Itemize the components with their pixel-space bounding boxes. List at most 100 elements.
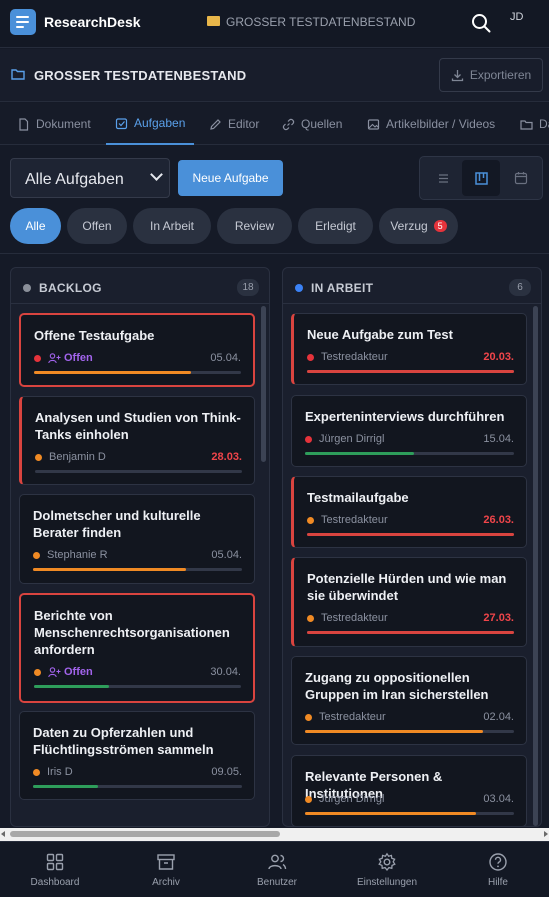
task-card[interactable]: Berichte von Menschenrechtsorganisatione…	[19, 593, 255, 703]
bottom-navigation: Dashboard Archiv Benutzer Einstellungen …	[0, 841, 549, 897]
progress-fill	[305, 452, 414, 455]
chip-offen[interactable]: Offen	[67, 208, 127, 244]
nav-benutzer[interactable]: Benutzer	[222, 842, 332, 897]
breadcrumb[interactable]: GROSSER TESTDATENBESTAND	[207, 15, 415, 29]
download-icon	[451, 69, 463, 81]
assignee-name: Offen	[64, 666, 93, 678]
assignee-name: Testredakteur	[321, 351, 388, 363]
tab-quellen[interactable]: Quellen	[282, 103, 342, 145]
progress-bar	[33, 785, 242, 788]
scrollbar-thumb[interactable]	[10, 831, 280, 837]
folder-icon	[11, 69, 25, 80]
checkbox-icon	[115, 117, 128, 129]
task-card[interactable]: Offene Testaufgabe Offen 05.04.	[19, 313, 255, 387]
assignee: Jürgen Dirrigl	[319, 433, 483, 445]
assignee-name: Testredakteur	[321, 514, 388, 526]
progress-bar	[34, 685, 241, 688]
scroll-left-arrow-icon[interactable]	[1, 831, 5, 837]
column-status-dot	[23, 284, 31, 292]
task-card[interactable]: Zugang zu oppositionellen Gruppen im Ira…	[291, 656, 527, 745]
tab-daten[interactable]: Da	[520, 103, 549, 145]
kanban-icon	[474, 171, 488, 185]
tab-editor[interactable]: Editor	[209, 103, 259, 145]
assignee: Testredakteur	[321, 351, 483, 363]
task-meta: Testredakteur 20.03.	[307, 350, 514, 364]
progress-bar	[307, 631, 514, 634]
chip-verzug[interactable]: Verzug 5	[379, 208, 458, 244]
progress-fill	[33, 568, 186, 571]
task-meta: Iris D 09.05.	[33, 765, 242, 779]
chip-label: Erledigt	[315, 219, 356, 233]
avatar[interactable]: JD	[510, 11, 523, 23]
search-icon[interactable]	[471, 13, 491, 33]
due-date: 15.04.	[483, 433, 514, 445]
link-icon	[282, 118, 295, 130]
progress-bar	[305, 730, 514, 733]
document-icon	[19, 117, 29, 131]
list-view-button[interactable]	[424, 160, 462, 196]
kanban-view-button[interactable]	[462, 160, 500, 196]
brand-name[interactable]: ResearchDesk	[44, 14, 141, 30]
tab-label: Da	[539, 117, 549, 131]
task-card[interactable]: Potenzielle Hürden und wie man sie überw…	[291, 557, 527, 647]
task-filter-value: Alle Aufgaben	[25, 171, 124, 188]
chip-in-arbeit[interactable]: In Arbeit	[133, 208, 211, 244]
due-date: 05.04.	[210, 352, 241, 364]
tab-bar: Dokument Aufgaben Editor Quellen Artikel…	[0, 103, 549, 145]
task-title: Dolmetscher und kulturelle Berater finde…	[33, 508, 201, 540]
task-card[interactable]: Neue Aufgabe zum Test Testredakteur 20.03.	[291, 313, 527, 385]
assignee: Benjamin D	[49, 451, 211, 463]
export-button[interactable]: Exportieren	[439, 58, 543, 92]
column-scrollbar[interactable]	[533, 306, 538, 826]
count-badge: 5	[433, 220, 447, 232]
chip-label: Verzug	[390, 219, 428, 233]
task-meta: Stephanie R 05.04.	[33, 548, 242, 562]
column-title: BACKLOG	[39, 281, 102, 295]
task-card[interactable]: Dolmetscher und kulturelle Berater finde…	[19, 494, 255, 584]
scroll-right-arrow-icon[interactable]	[544, 831, 548, 837]
chip-label: Offen	[82, 219, 112, 233]
task-meta: Offen 30.04.	[34, 665, 241, 679]
nav-einstellungen[interactable]: Einstellungen	[332, 842, 442, 897]
status-dot	[305, 713, 312, 721]
task-filter-select[interactable]: Alle Aufgaben	[10, 158, 170, 198]
task-card[interactable]: Analysen und Studien von Think-Tanks ein…	[19, 396, 255, 485]
progress-fill	[307, 631, 514, 634]
assignee-name: Jürgen Dirrigl	[319, 793, 385, 805]
nav-archiv[interactable]: Archiv	[111, 842, 221, 897]
column-scrollbar[interactable]	[261, 306, 266, 462]
status-dot	[307, 353, 314, 361]
tab-dokument[interactable]: Dokument	[17, 103, 91, 145]
nav-dashboard[interactable]: Dashboard	[0, 842, 110, 897]
tab-aufgaben[interactable]: Aufgaben	[106, 103, 195, 145]
chip-erledigt[interactable]: Erledigt	[298, 208, 373, 244]
assignee-name: Offen	[64, 352, 93, 364]
logo-icon[interactable]	[10, 9, 36, 35]
nav-label: Benutzer	[256, 877, 298, 888]
task-card[interactable]: Relevante Personen & Institutionen Jürgen…	[291, 755, 527, 826]
calendar-icon	[514, 172, 528, 185]
column-status-dot	[295, 284, 303, 292]
tab-artikelbilder[interactable]: Artikelbilder / Videos	[367, 103, 495, 145]
chip-review[interactable]: Review	[217, 208, 292, 244]
status-dot	[307, 614, 314, 622]
task-card[interactable]: Testmailaufgabe Testredakteur 26.03.	[291, 476, 527, 548]
nav-hilfe[interactable]: Hilfe	[443, 842, 549, 897]
due-date: 30.04.	[210, 666, 241, 678]
progress-bar	[305, 452, 514, 455]
task-meta: Testredakteur 27.03.	[307, 611, 514, 625]
assignee-name: Stephanie R	[47, 549, 108, 561]
task-meta: Benjamin D 28.03.	[35, 450, 242, 464]
progress-fill	[305, 812, 477, 815]
task-card[interactable]: Daten zu Opferzahlen und Flüchtlingsströ…	[19, 711, 255, 800]
calendar-view-button[interactable]	[502, 160, 540, 196]
filter-bar: Alle Aufgaben Neue Aufgabe Alle Offen In…	[0, 146, 549, 254]
chip-alle[interactable]: Alle	[10, 208, 61, 244]
task-card[interactable]: Experteninterviews durchführen Jürgen Dir…	[291, 395, 527, 467]
new-task-button[interactable]: Neue Aufgabe	[178, 160, 283, 196]
horizontal-scrollbar[interactable]	[0, 828, 549, 841]
column-count-badge: 6	[509, 279, 531, 296]
column-backlog: BACKLOG 18 Offene Testaufgabe Offen 05.04.…	[10, 267, 270, 827]
nav-label: Dashboard	[30, 877, 80, 888]
tab-label: Artikelbilder / Videos	[386, 117, 496, 131]
